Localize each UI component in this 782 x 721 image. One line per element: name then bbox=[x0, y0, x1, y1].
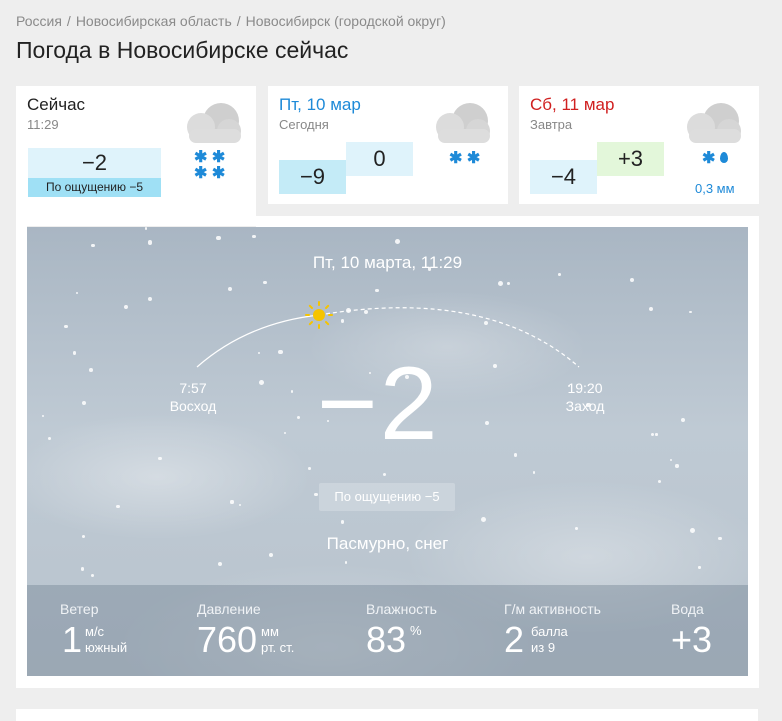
snowflake bbox=[657, 479, 662, 483]
sunset-label: Заход bbox=[565, 398, 605, 414]
snowflake bbox=[669, 458, 673, 462]
now-time: 11:29 bbox=[27, 117, 59, 132]
hero-frame-right bbox=[748, 216, 759, 688]
page-title: Погода в Новосибирске сейчас bbox=[16, 37, 349, 63]
sunset-info: 19:20 Заход bbox=[557, 379, 613, 415]
breadcrumb-item-country[interactable]: Россия bbox=[16, 13, 62, 29]
stat-humidity-value: 83 bbox=[366, 619, 407, 660]
stats-bar: Ветер 1 м/с южный Давление 760 мм рт. ст… bbox=[27, 585, 748, 676]
sun-icon bbox=[305, 301, 333, 329]
stat-pressure-label: Давление bbox=[197, 601, 261, 617]
snowflake bbox=[217, 561, 222, 566]
snowflake bbox=[116, 504, 120, 509]
snowflake bbox=[698, 566, 701, 569]
cloud-snow-icon bbox=[187, 103, 241, 143]
snowflake bbox=[532, 471, 535, 474]
snowflake bbox=[90, 573, 95, 577]
stat-geomagnetic-unit-1: балла bbox=[531, 624, 568, 639]
now-card[interactable]: Сейчас 11:29 −2 По ощущению −5 ✱ ✱ ✱ ✱ bbox=[16, 86, 256, 226]
today-temp-min: −9 bbox=[279, 160, 346, 194]
tomorrow-title: Сб, 11 мар bbox=[530, 95, 615, 114]
cloud-sleet-icon bbox=[687, 103, 741, 143]
today-subtitle: Сегодня bbox=[279, 117, 329, 132]
sunset-time: 19:20 bbox=[567, 380, 603, 396]
tomorrow-temp-max: +3 bbox=[597, 142, 664, 176]
snow-rain-icon: ✱ bbox=[702, 151, 728, 167]
breadcrumb-item-city[interactable]: Новосибирск (городской округ) bbox=[246, 13, 446, 29]
snowflake bbox=[650, 432, 655, 436]
stat-wind-value: 1 bbox=[62, 619, 83, 660]
stat-wind-direction: южный bbox=[85, 640, 128, 655]
now-title: Сейчас bbox=[27, 95, 86, 114]
snowflake bbox=[230, 500, 234, 504]
snowflake bbox=[48, 437, 51, 441]
stat-humidity-unit: % bbox=[410, 623, 422, 638]
condition-text: Пасмурно, снег bbox=[326, 534, 449, 553]
stat-geomagnetic-label: Г/м активность bbox=[504, 601, 601, 617]
cloud-snow-icon bbox=[436, 103, 490, 143]
stat-geomagnetic[interactable]: Г/м активность 2 балла из 9 bbox=[504, 601, 644, 660]
stat-humidity-label: Влажность bbox=[366, 601, 437, 617]
stat-water-value: +3 bbox=[671, 619, 713, 660]
hero-frame-bottom bbox=[16, 676, 759, 688]
stat-humidity[interactable]: Влажность 83 % bbox=[366, 601, 476, 660]
stat-pressure-unit: мм рт. ст. bbox=[261, 624, 294, 656]
stat-wind-unit: м/с южный bbox=[85, 624, 127, 656]
snowflake bbox=[344, 561, 347, 564]
stat-water-label: Вода bbox=[671, 601, 704, 617]
stat-wind-label: Ветер bbox=[60, 601, 99, 617]
today-temp-max: 0 bbox=[346, 142, 413, 176]
now-temp: −2 bbox=[28, 148, 161, 178]
snowflake bbox=[314, 492, 319, 497]
snowflake bbox=[382, 472, 387, 477]
stat-pressure-unit-2: рт. ст. bbox=[261, 640, 295, 655]
sunrise-label: Восход bbox=[169, 398, 217, 414]
tomorrow-temp-min: −4 bbox=[530, 160, 597, 194]
stat-water[interactable]: Вода +3 bbox=[671, 601, 741, 660]
hero-frame-left bbox=[16, 204, 27, 688]
breadcrumb-separator: / bbox=[236, 13, 241, 29]
now-feels: По ощущению −5 bbox=[28, 178, 161, 197]
snowflakes-icon: ✱ ✱ ✱ ✱ bbox=[194, 149, 226, 182]
breadcrumb: Россия / Новосибирская область / Новосибирск… bbox=[16, 13, 446, 29]
tomorrow-card[interactable]: Сб, 11 мар Завтра −4 +3 ✱ 0,3 мм bbox=[519, 86, 759, 204]
today-title: Пт, 10 мар bbox=[279, 95, 361, 114]
today-card[interactable]: Пт, 10 мар Сегодня −9 0 ✱ ✱ bbox=[268, 86, 508, 204]
stat-wind-unit-speed: м/с bbox=[85, 624, 105, 639]
sunrise-info: 7:57 Восход bbox=[165, 379, 221, 415]
stat-geomagnetic-unit: балла из 9 bbox=[531, 624, 568, 656]
snowflake bbox=[675, 464, 679, 468]
current-temperature: −2 bbox=[317, 346, 440, 462]
hero-frame-top bbox=[256, 216, 759, 227]
snowflake bbox=[481, 517, 487, 523]
tomorrow-precip: 0,3 мм bbox=[695, 181, 735, 196]
snowflake bbox=[655, 433, 658, 436]
snowflake bbox=[340, 520, 345, 524]
snowflakes-icon: ✱ ✱ bbox=[449, 150, 481, 167]
stat-pressure-unit-1: мм bbox=[261, 624, 279, 639]
next-section-card bbox=[16, 709, 758, 721]
snowflake bbox=[158, 457, 162, 461]
stat-pressure[interactable]: Давление 760 мм рт. ст. bbox=[197, 601, 347, 660]
snowflake bbox=[689, 528, 695, 534]
stat-geomagnetic-value: 2 bbox=[504, 619, 525, 660]
breadcrumb-item-region[interactable]: Новосибирская область bbox=[76, 13, 232, 29]
snowflake bbox=[575, 527, 578, 531]
snowflake bbox=[308, 467, 312, 470]
snowflake bbox=[284, 432, 287, 435]
stat-wind[interactable]: Ветер 1 м/с южный bbox=[60, 601, 190, 660]
stat-geomagnetic-unit-2: из 9 bbox=[531, 640, 556, 655]
current-weather-panel: Пт, 10 марта, 11:29 7:57 Восход 19:20 За… bbox=[27, 227, 748, 676]
snowflake bbox=[513, 453, 518, 457]
snowflake bbox=[238, 503, 242, 507]
tomorrow-subtitle: Завтра bbox=[530, 117, 573, 132]
breadcrumb-separator: / bbox=[66, 13, 71, 29]
sunrise-time: 7:57 bbox=[179, 380, 207, 396]
stat-pressure-value: 760 bbox=[197, 619, 258, 660]
feels-like: По ощущению −5 bbox=[319, 483, 455, 511]
snowflake bbox=[80, 567, 85, 571]
